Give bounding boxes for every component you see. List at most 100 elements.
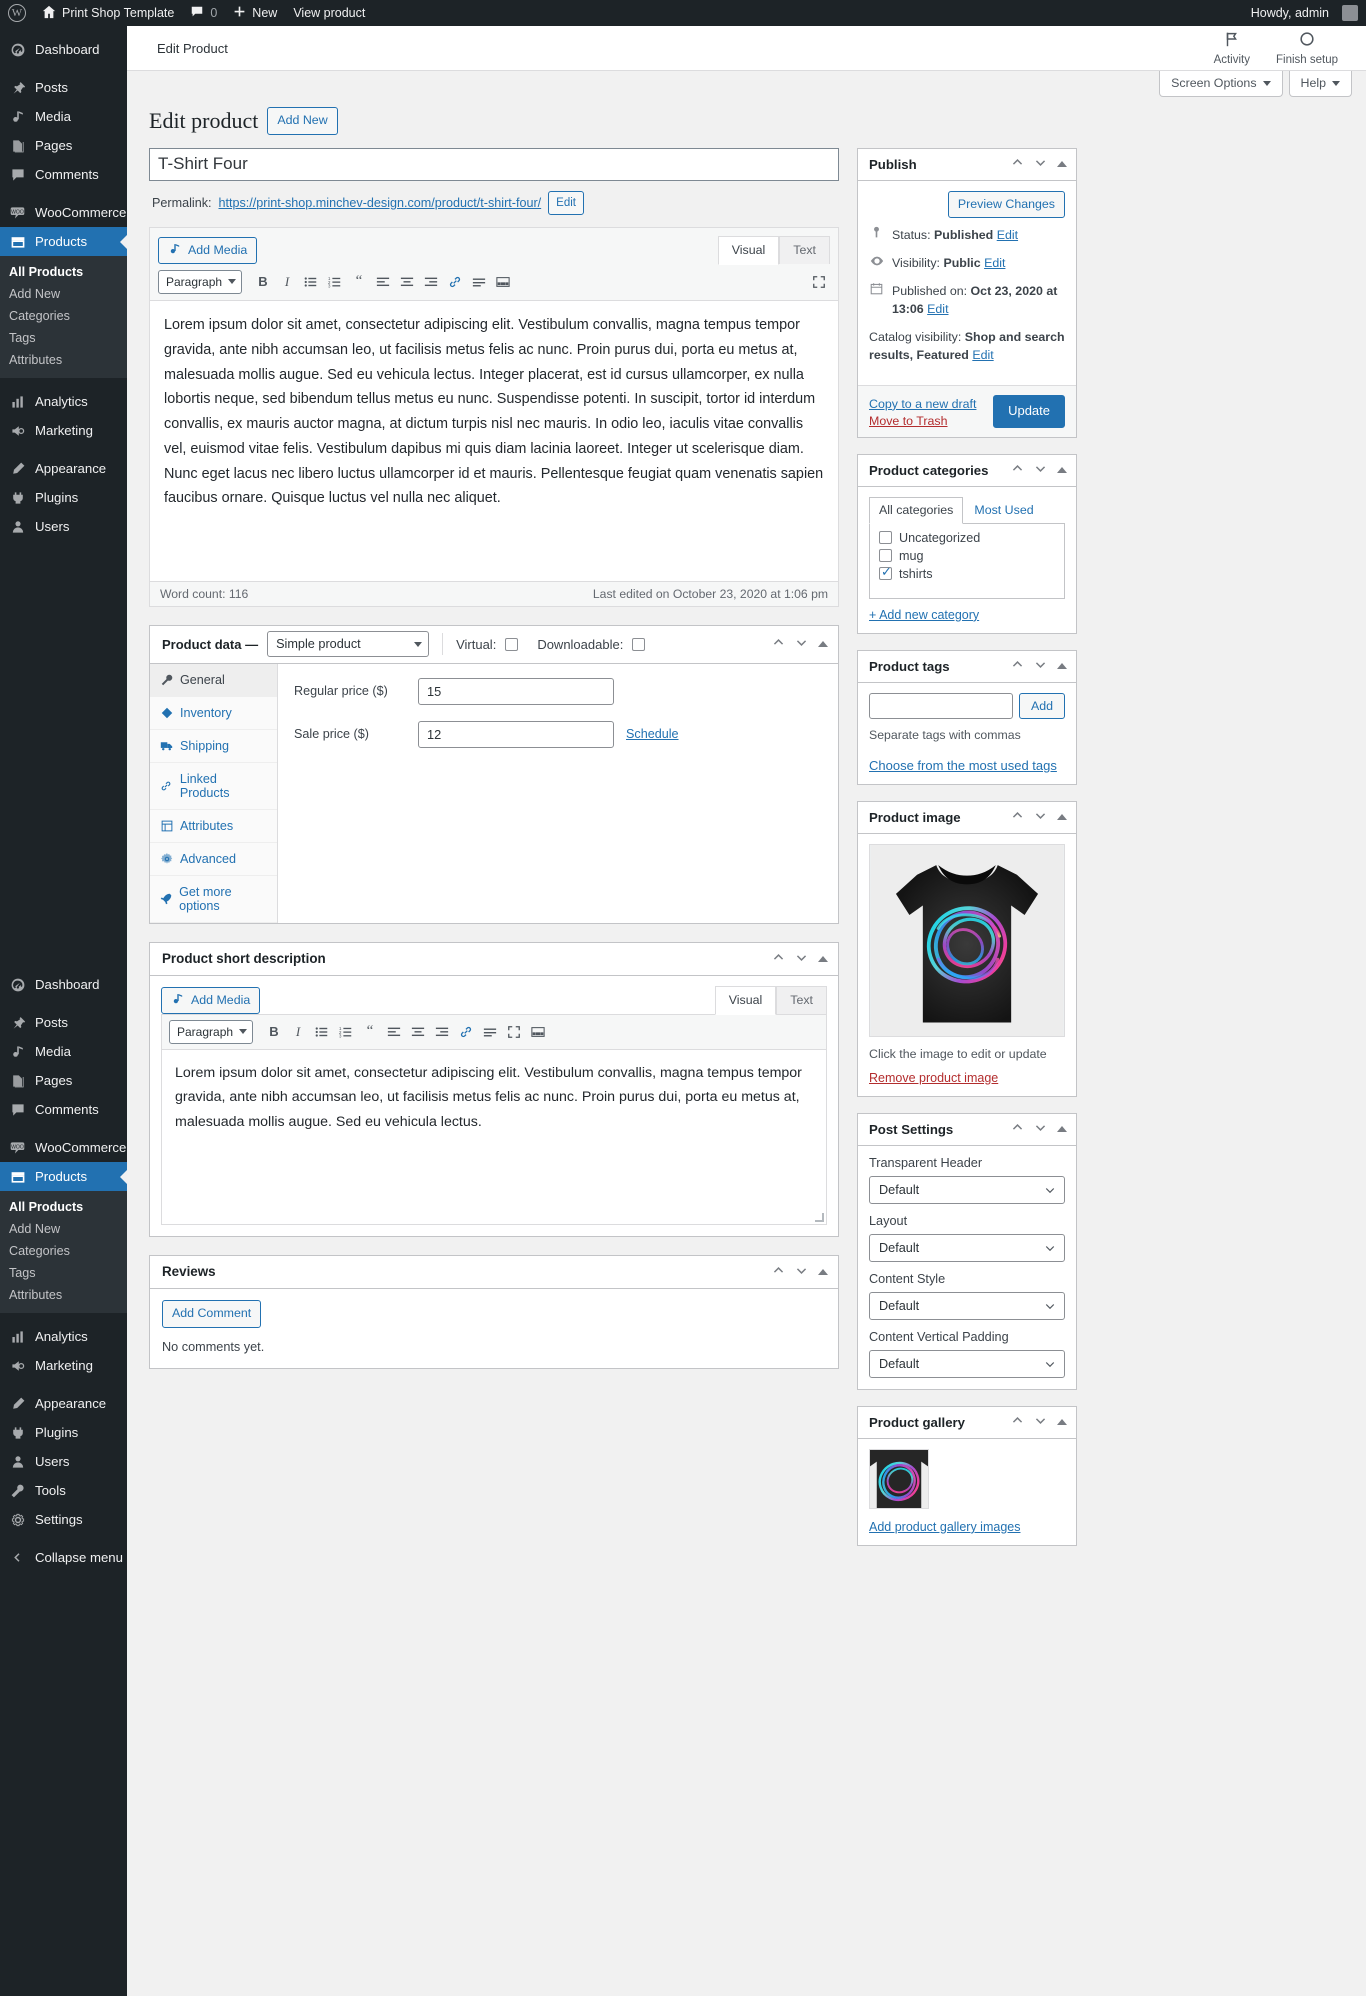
sidebar-item-marketing[interactable]: Marketing xyxy=(0,416,127,445)
content-style-select[interactable]: Default xyxy=(869,1291,1065,1320)
add-comment-button[interactable]: Add Comment xyxy=(162,1299,262,1328)
toggle-panel-icon[interactable] xyxy=(1057,467,1067,474)
tab-all-categories[interactable]: All categories xyxy=(869,496,964,524)
bold-icon[interactable]: B xyxy=(263,1021,285,1043)
site-name-button[interactable]: Print Shop Template xyxy=(34,0,182,26)
visibility-edit-link[interactable]: Edit xyxy=(984,256,1005,270)
remove-product-image-link[interactable]: Remove product image xyxy=(869,1071,1065,1085)
move-down-icon[interactable] xyxy=(795,636,808,652)
italic-icon[interactable]: I xyxy=(287,1021,309,1043)
editor-tab-visual[interactable]: Visual xyxy=(717,235,780,265)
view-product-button[interactable]: View product xyxy=(285,0,373,26)
toggle-panel-icon[interactable] xyxy=(1057,1126,1067,1133)
sidebar-item-media-2[interactable]: Media xyxy=(0,1037,127,1066)
submenu-categories-2[interactable]: Categories xyxy=(0,1240,127,1262)
product-type-select[interactable]: Simple product xyxy=(267,631,430,658)
toggle-panel-icon[interactable] xyxy=(818,955,828,962)
pd-tab-shipping[interactable]: Shipping xyxy=(150,730,277,763)
align-center-icon[interactable] xyxy=(407,1021,429,1043)
collapse-menu-button[interactable]: Collapse menu xyxy=(0,1543,127,1572)
copy-to-new-draft-link[interactable]: Copy to a new draft xyxy=(869,397,976,411)
add-media-button[interactable]: Add Media xyxy=(158,236,258,264)
category-checkbox[interactable] xyxy=(879,564,892,581)
tab-most-used[interactable]: Most Used xyxy=(964,497,1043,523)
permalink-edit-button[interactable]: Edit xyxy=(548,190,584,215)
toggle-panel-icon[interactable] xyxy=(818,641,828,648)
sidebar-item-marketing-2[interactable]: Marketing xyxy=(0,1351,127,1380)
status-edit-link[interactable]: Edit xyxy=(997,228,1018,242)
insert-link-icon[interactable] xyxy=(455,1021,477,1043)
move-up-icon[interactable] xyxy=(1011,1414,1024,1430)
short-desc-add-media-button[interactable]: Add Media xyxy=(161,986,261,1014)
move-up-icon[interactable] xyxy=(1011,658,1024,674)
read-more-icon[interactable] xyxy=(468,271,490,293)
sidebar-item-comments-2[interactable]: Comments xyxy=(0,1095,127,1124)
move-down-icon[interactable] xyxy=(1034,1121,1047,1137)
move-down-icon[interactable] xyxy=(795,951,808,967)
most-used-tags-link[interactable]: Choose from the most used tags xyxy=(869,758,1057,773)
published-edit-link[interactable]: Edit xyxy=(927,302,948,316)
move-down-icon[interactable] xyxy=(795,1264,808,1280)
move-up-icon[interactable] xyxy=(1011,156,1024,172)
submenu-tags[interactable]: Tags xyxy=(0,327,127,349)
downloadable-checkbox[interactable] xyxy=(632,637,646,651)
add-new-category-link[interactable]: + Add new category xyxy=(869,608,1065,622)
add-gallery-images-link[interactable]: Add product gallery images xyxy=(869,1520,1065,1534)
short-desc-content[interactable]: Lorem ipsum dolor sit amet, consectetur … xyxy=(161,1049,827,1225)
move-up-icon[interactable] xyxy=(1011,462,1024,478)
update-button[interactable]: Update xyxy=(993,395,1065,428)
pd-tab-general[interactable]: General xyxy=(150,663,277,697)
blockquote-icon[interactable]: “ xyxy=(348,271,370,293)
paragraph-format-select[interactable]: Paragraph xyxy=(158,269,242,294)
submenu-attributes-2[interactable]: Attributes xyxy=(0,1284,127,1306)
sidebar-item-appearance-2[interactable]: Appearance xyxy=(0,1389,127,1418)
sidebar-item-media[interactable]: Media xyxy=(0,102,127,131)
bullet-list-icon[interactable] xyxy=(300,271,322,293)
move-up-icon[interactable] xyxy=(772,636,785,652)
submenu-all-products-2[interactable]: All Products xyxy=(0,1196,127,1218)
catalog-edit-link[interactable]: Edit xyxy=(972,348,993,362)
move-up-icon[interactable] xyxy=(772,1264,785,1280)
sidebar-item-products[interactable]: Products xyxy=(0,227,127,256)
sidebar-item-dashboard-2[interactable]: Dashboard xyxy=(0,970,127,999)
schedule-link[interactable]: Schedule xyxy=(626,727,679,741)
numbered-list-icon[interactable]: 123 xyxy=(335,1021,357,1043)
help-tab[interactable]: Help xyxy=(1288,71,1352,97)
category-checkbox[interactable] xyxy=(879,549,892,563)
sidebar-item-analytics-2[interactable]: Analytics xyxy=(0,1322,127,1351)
align-center-icon[interactable] xyxy=(396,271,418,293)
add-tag-button[interactable]: Add xyxy=(1018,692,1065,719)
screen-options-tab[interactable]: Screen Options xyxy=(1159,71,1283,97)
preview-changes-button[interactable]: Preview Changes xyxy=(947,190,1065,219)
move-down-icon[interactable] xyxy=(1034,1414,1047,1430)
pd-tab-attributes[interactable]: Attributes xyxy=(150,810,277,843)
tag-input[interactable] xyxy=(869,692,1013,719)
bold-icon[interactable]: B xyxy=(252,271,274,293)
wp-logo-button[interactable]: W xyxy=(0,0,34,26)
comments-bubble-button[interactable]: 0 xyxy=(182,0,225,26)
short-desc-tab-text[interactable]: Text xyxy=(776,985,827,1014)
fullscreen-icon[interactable] xyxy=(808,271,830,293)
submenu-add-new[interactable]: Add New xyxy=(0,283,127,305)
sidebar-item-pages-2[interactable]: Pages xyxy=(0,1066,127,1095)
sidebar-item-users[interactable]: Users xyxy=(0,512,127,541)
category-checkbox[interactable] xyxy=(879,531,892,545)
new-content-button[interactable]: New xyxy=(225,0,285,26)
insert-link-icon[interactable] xyxy=(444,271,466,293)
fullscreen-icon[interactable] xyxy=(503,1021,525,1043)
submenu-add-new-2[interactable]: Add New xyxy=(0,1218,127,1240)
move-down-icon[interactable] xyxy=(1034,156,1047,172)
move-to-trash-link[interactable]: Move to Trash xyxy=(869,414,976,428)
category-item-mug[interactable]: mug xyxy=(879,549,1055,563)
toggle-panel-icon[interactable] xyxy=(1057,814,1067,821)
sidebar-item-analytics[interactable]: Analytics xyxy=(0,387,127,416)
move-up-icon[interactable] xyxy=(1011,1121,1024,1137)
content-vertical-padding-select[interactable]: Default xyxy=(869,1349,1065,1378)
submenu-tags-2[interactable]: Tags xyxy=(0,1262,127,1284)
pd-tab-inventory[interactable]: Inventory xyxy=(150,697,277,730)
blockquote-icon[interactable]: “ xyxy=(359,1021,381,1043)
toggle-panel-icon[interactable] xyxy=(1057,1419,1067,1426)
submenu-categories[interactable]: Categories xyxy=(0,305,127,327)
move-up-icon[interactable] xyxy=(1011,809,1024,825)
sidebar-item-users-2[interactable]: Users xyxy=(0,1447,127,1476)
